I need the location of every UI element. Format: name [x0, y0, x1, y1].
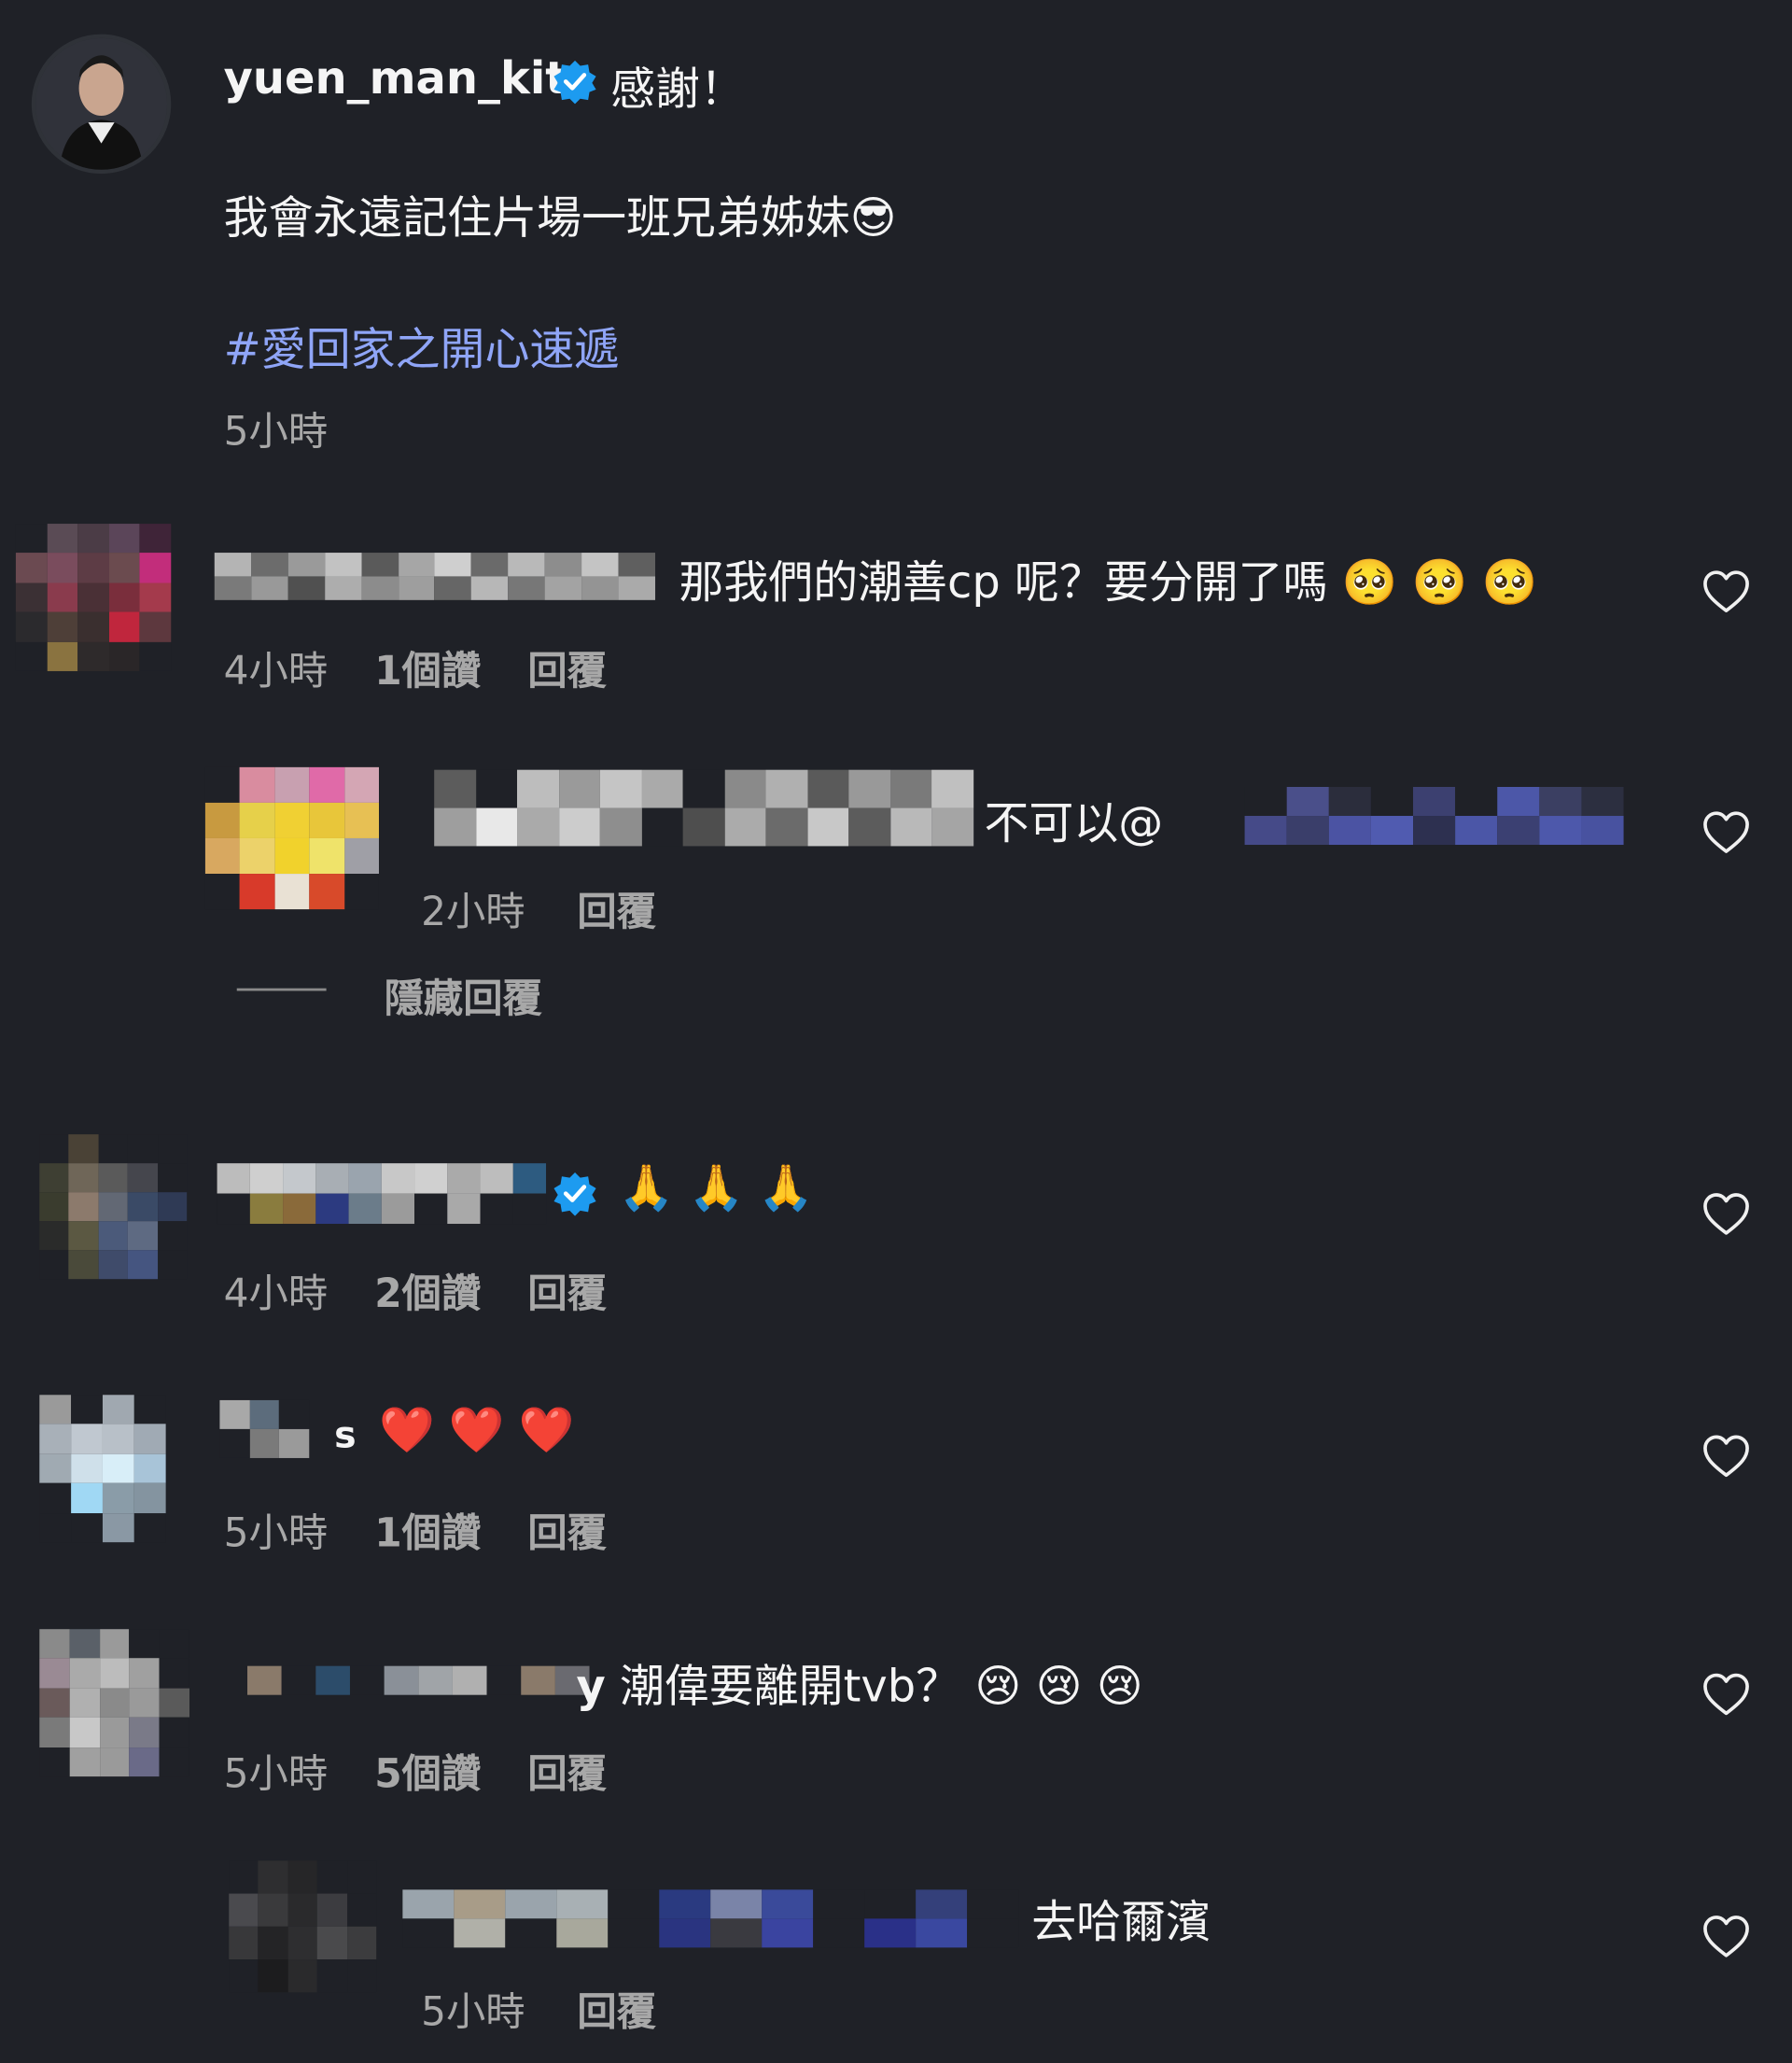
replies-divider-line	[236, 988, 327, 991]
reply-time: 5小時	[421, 1989, 525, 2036]
comment-meta: 5小時 1個讚 回覆	[224, 1500, 607, 1558]
pray-emoji: 🙏 🙏 🙏	[618, 1161, 815, 1215]
heart-outline-icon[interactable]	[1702, 1915, 1750, 1959]
comment-meta: 4小時 1個讚 回覆	[224, 639, 607, 696]
heart-emoji: ❤️ ❤️ ❤️	[378, 1404, 575, 1457]
heart-outline-icon[interactable]	[1702, 810, 1750, 855]
reply-button[interactable]: 回覆	[527, 649, 607, 695]
commenter-avatar[interactable]	[39, 1395, 166, 1543]
post-author-username[interactable]: yuen_man_kit	[224, 52, 567, 105]
crying-emoji: 😢 😢 😢	[974, 1661, 1143, 1714]
verified-badge-icon	[553, 1172, 597, 1222]
comment-likes[interactable]: 1個讚	[374, 649, 481, 695]
reply-author-avatar[interactable]	[229, 1860, 377, 1993]
commenter-avatar[interactable]	[39, 1134, 188, 1280]
reply-button[interactable]: 回覆	[577, 890, 656, 935]
heart-outline-icon[interactable]	[1702, 1673, 1750, 1718]
comment-time: 5小時	[223, 1510, 329, 1557]
commenter-username-redacted[interactable]	[217, 1163, 547, 1225]
commenter-username-fragment[interactable]: s	[334, 1413, 357, 1457]
heart-outline-icon[interactable]	[1702, 1192, 1750, 1237]
caption-text: 我會永遠記住片場一班兄弟姊妹😎	[224, 182, 897, 246]
commenter-avatar[interactable]	[39, 1629, 189, 1777]
mentioned-user-redacted[interactable]	[1244, 787, 1624, 846]
reply-username-redacted[interactable]	[434, 769, 974, 847]
comment-body: 那我們的潮善cp 呢？要分開了嗎	[679, 556, 1328, 610]
comments-panel: yuen_man_kit 感謝！ 我會永遠記住片場一班兄弟姊妹😎 #愛回家之開心…	[0, 0, 1792, 2063]
comment-likes[interactable]: 1個讚	[374, 1510, 481, 1556]
comment-meta: 5小時 5個讚 回覆	[224, 1741, 607, 1799]
hide-replies-button[interactable]: 隱藏回覆	[385, 966, 542, 1024]
reply-button[interactable]: 回覆	[527, 1271, 607, 1317]
reply-button[interactable]: 回覆	[577, 1989, 656, 2035]
comment-likes[interactable]: 5個讚	[374, 1751, 481, 1797]
verified-badge-icon	[553, 59, 597, 109]
reply-username-redacted[interactable]	[402, 1889, 1019, 1948]
post-author-avatar[interactable]	[31, 34, 172, 175]
commenter-username-redacted[interactable]	[247, 1665, 590, 1695]
caption-line: 我會永遠記住片場一班兄弟姊妹	[223, 191, 850, 246]
reply-text: 去哈爾濱	[1031, 1886, 1211, 1950]
sunglasses-emoji: 😎	[849, 191, 897, 246]
comment-time: 4小時	[223, 648, 329, 695]
commenter-username-redacted[interactable]	[219, 1399, 310, 1458]
reply-button[interactable]: 回覆	[527, 1510, 607, 1556]
comment-meta: 4小時 2個讚 回覆	[224, 1260, 607, 1318]
commenter-username-fragment[interactable]: y	[576, 1661, 605, 1713]
reply-meta: 2小時 回覆	[421, 879, 656, 937]
comment-text: 那我們的潮善cp 呢？要分開了嗎 🥺 🥺 🥺	[679, 546, 1537, 610]
comment-time: 4小時	[223, 1270, 329, 1318]
reply-body: 去哈爾濱	[1031, 1896, 1211, 1949]
caption-heading: 感謝！	[610, 63, 745, 117]
comment-text: y 潮偉要離開tvb？ 😢 😢 😢	[576, 1650, 1142, 1715]
post-timestamp: 5小時	[223, 409, 329, 456]
reply-button[interactable]: 回覆	[527, 1751, 607, 1797]
comment-body: 潮偉要離開tvb？	[619, 1661, 961, 1714]
commenter-username-redacted[interactable]	[214, 553, 656, 600]
reply-body: 不可以@	[984, 797, 1164, 850]
commenter-avatar[interactable]	[15, 524, 172, 671]
reply-text: 不可以@	[984, 787, 1163, 851]
comment-time: 5小時	[223, 1751, 329, 1798]
heart-outline-icon[interactable]	[1702, 1435, 1750, 1480]
reply-author-avatar[interactable]	[204, 766, 379, 910]
comment-likes[interactable]: 2個讚	[374, 1271, 481, 1317]
reply-time: 2小時	[421, 889, 525, 936]
caption-hashtag[interactable]: #愛回家之開心速遞	[224, 314, 620, 378]
pleading-emoji: 🥺 🥺 🥺	[1341, 556, 1538, 610]
reply-meta: 5小時 回覆	[421, 1979, 656, 2037]
heart-outline-icon[interactable]	[1702, 569, 1750, 614]
